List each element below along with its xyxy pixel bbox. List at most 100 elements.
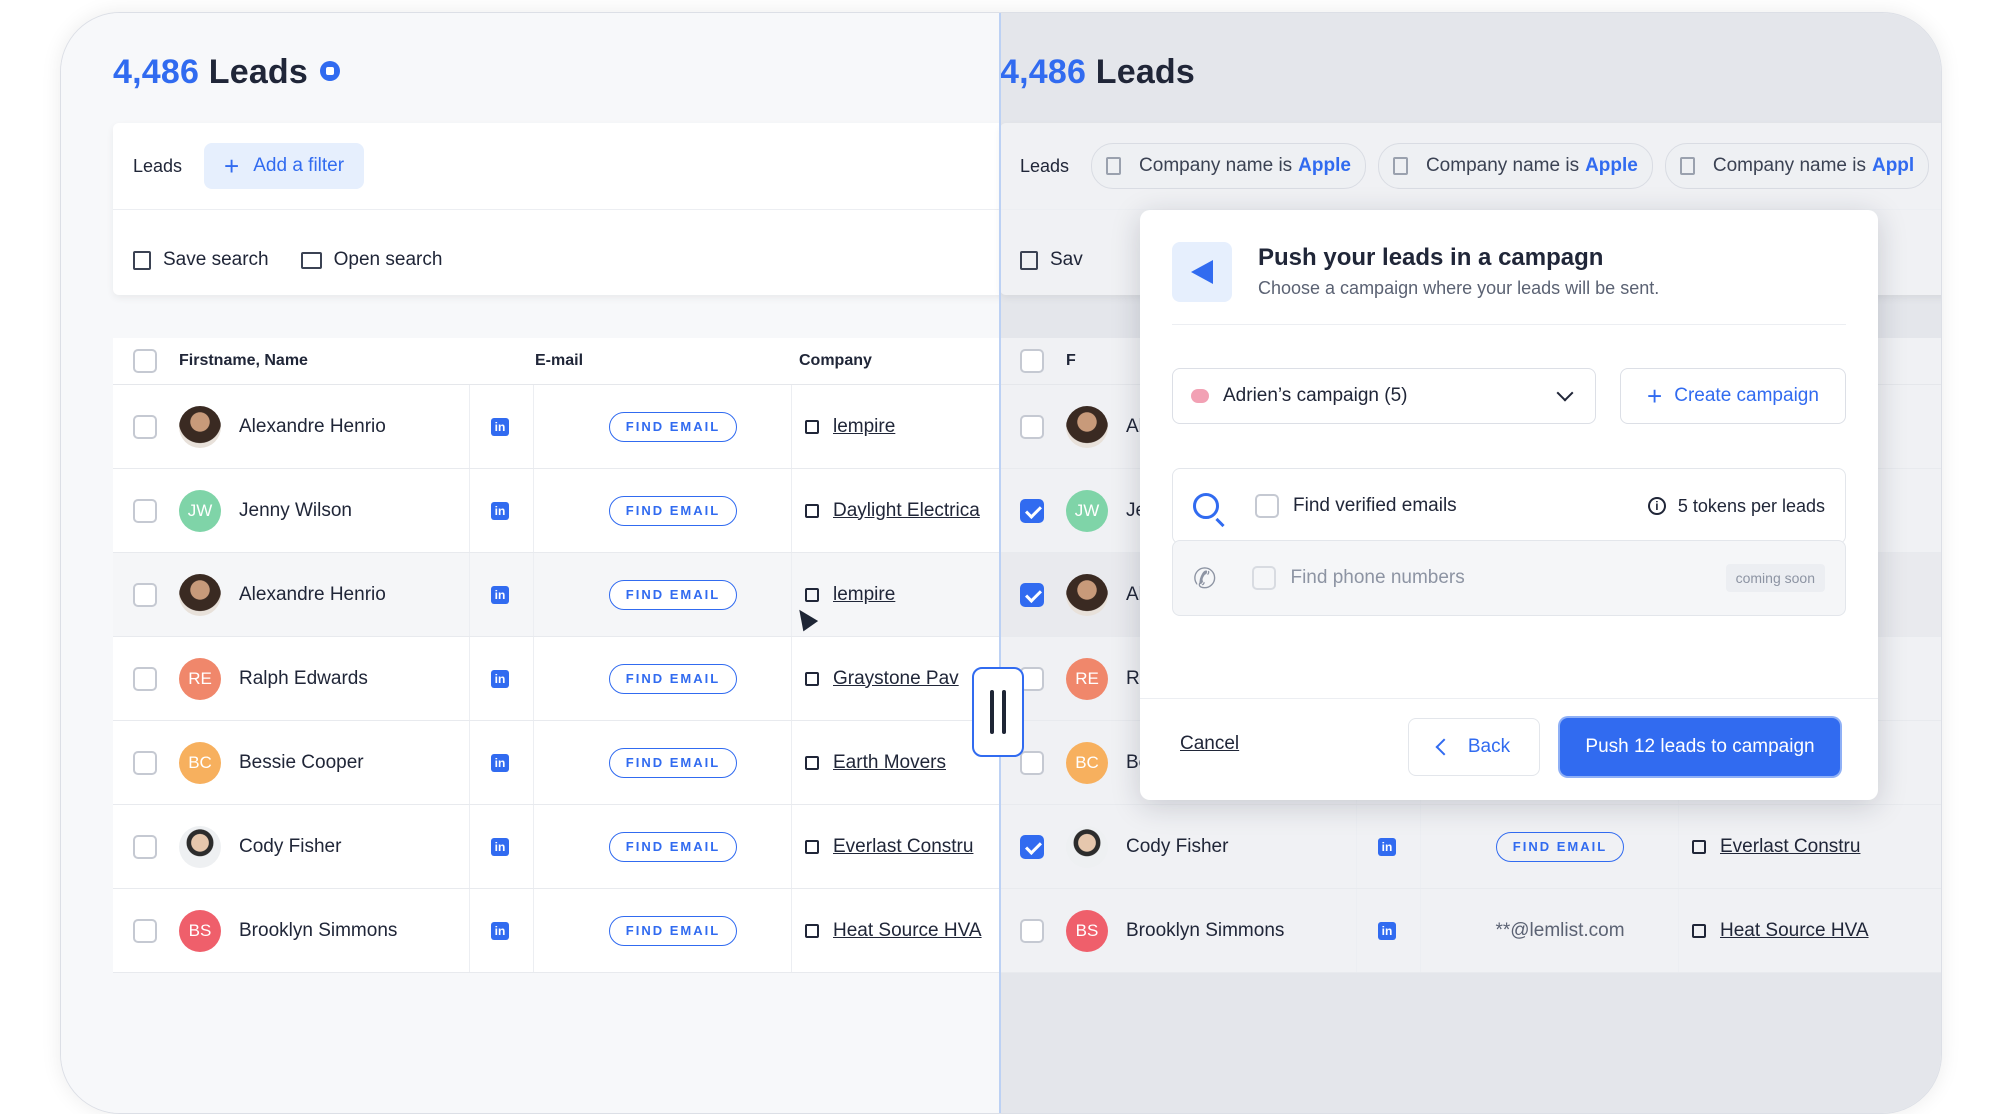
chevron-left-icon bbox=[1435, 738, 1453, 756]
create-campaign-button[interactable]: + Create campaign bbox=[1620, 368, 1846, 424]
col-name: F bbox=[1066, 352, 1076, 369]
find-email-button[interactable]: FIND EMAIL bbox=[608, 915, 738, 946]
row-checkbox[interactable] bbox=[1020, 918, 1044, 943]
linkedin-icon[interactable]: in bbox=[1378, 837, 1396, 856]
find-email-button[interactable]: FIND EMAIL bbox=[608, 663, 738, 694]
compare-slider-handle[interactable] bbox=[972, 667, 1024, 757]
company-icon bbox=[805, 503, 819, 518]
company-icon bbox=[1692, 923, 1706, 938]
linkedin-icon[interactable]: in bbox=[491, 669, 509, 688]
email-value: **@lemlist.com bbox=[1495, 919, 1625, 941]
avatar bbox=[179, 405, 221, 448]
find-email-button[interactable]: FIND EMAIL bbox=[608, 831, 738, 862]
building-icon bbox=[1106, 157, 1122, 175]
lead-name: Brooklyn Simmons bbox=[239, 919, 398, 941]
save-icon bbox=[133, 250, 151, 270]
avatar: JW bbox=[1066, 489, 1108, 532]
lead-name: Alexandre Henrio bbox=[239, 583, 386, 605]
avatar: BS bbox=[1066, 909, 1108, 952]
find-email-button[interactable]: FIND EMAIL bbox=[608, 495, 738, 526]
company-link[interactable]: Heat Source HVA bbox=[1720, 920, 1869, 942]
avatar: RE bbox=[179, 657, 221, 700]
leads-label: Leads bbox=[133, 155, 183, 176]
row-checkbox[interactable] bbox=[133, 582, 157, 607]
cancel-link[interactable]: Cancel bbox=[1180, 733, 1239, 755]
company-link[interactable]: Daylight Electrica bbox=[833, 500, 980, 522]
row-checkbox[interactable] bbox=[133, 666, 157, 691]
leads-label: Leads bbox=[1020, 155, 1070, 176]
building-icon bbox=[1392, 157, 1408, 175]
add-filter-button[interactable]: + Add a filter bbox=[204, 143, 365, 189]
row-checkbox[interactable] bbox=[1020, 582, 1044, 607]
save-icon bbox=[1020, 250, 1038, 270]
row-checkbox[interactable] bbox=[133, 414, 157, 439]
linkedin-icon[interactable]: in bbox=[491, 921, 509, 940]
company-icon bbox=[805, 755, 819, 770]
lead-name: Alexandre Henrio bbox=[239, 415, 386, 437]
find-email-button[interactable]: FIND EMAIL bbox=[1495, 831, 1625, 862]
filter-chip[interactable]: Company name is Apple bbox=[1377, 143, 1653, 189]
save-search-button[interactable]: Save search bbox=[163, 249, 269, 271]
open-search-button[interactable]: Open search bbox=[334, 249, 443, 271]
row-checkbox[interactable] bbox=[1020, 414, 1044, 439]
company-link[interactable]: Earth Movers bbox=[833, 752, 946, 774]
table-row[interactable]: BS Brooklyn Simmons in **@lemlist.com Heat S… bbox=[1000, 889, 1941, 973]
phone-numbers-checkbox bbox=[1252, 566, 1277, 590]
back-button[interactable]: Back bbox=[1408, 718, 1540, 776]
info-icon: i bbox=[1647, 497, 1666, 515]
find-email-button[interactable]: FIND EMAIL bbox=[608, 747, 738, 778]
avatar bbox=[1066, 573, 1108, 616]
avatar: BC bbox=[1066, 741, 1108, 784]
select-all-checkbox[interactable] bbox=[133, 349, 157, 373]
lead-name: Ralph Edwards bbox=[239, 667, 368, 689]
company-icon bbox=[805, 671, 819, 686]
find-email-button[interactable]: FIND EMAIL bbox=[608, 411, 738, 442]
linkedin-icon[interactable]: in bbox=[491, 837, 509, 856]
avatar: JW bbox=[179, 489, 221, 532]
find-email-button[interactable]: FIND EMAIL bbox=[608, 579, 738, 610]
filter-chip[interactable]: Company name is Apple bbox=[1091, 143, 1366, 189]
verified-emails-checkbox[interactable] bbox=[1255, 494, 1279, 518]
company-link[interactable]: Everlast Constru bbox=[833, 836, 973, 858]
row-checkbox[interactable] bbox=[133, 498, 157, 523]
linkedin-icon[interactable]: in bbox=[491, 417, 509, 436]
campaign-select[interactable]: Adrien’s campaign (5) bbox=[1172, 368, 1596, 424]
company-link[interactable]: Everlast Constru bbox=[1720, 836, 1860, 858]
company-icon bbox=[1692, 839, 1706, 854]
row-checkbox[interactable] bbox=[133, 834, 157, 859]
linkedin-icon[interactable]: in bbox=[491, 501, 509, 520]
row-checkbox[interactable] bbox=[133, 918, 157, 943]
linkedin-icon[interactable]: in bbox=[491, 753, 509, 772]
avatar: BC bbox=[179, 741, 221, 784]
row-checkbox[interactable] bbox=[1020, 750, 1044, 775]
tokens-info: i5 tokens per leads bbox=[1647, 496, 1825, 517]
select-all-checkbox[interactable] bbox=[1020, 349, 1044, 373]
save-search-button[interactable]: Sav bbox=[1050, 249, 1083, 271]
avatar bbox=[1066, 825, 1108, 868]
row-checkbox[interactable] bbox=[133, 750, 157, 775]
linkedin-icon[interactable]: in bbox=[1378, 921, 1396, 940]
row-checkbox[interactable] bbox=[1020, 834, 1044, 859]
plus-icon: + bbox=[224, 150, 240, 181]
push-leads-button[interactable]: Push 12 leads to campaign bbox=[1560, 718, 1840, 776]
option-verified-emails[interactable]: Find verified emails i5 tokens per leads bbox=[1172, 468, 1846, 544]
lead-name: Jenny Wilson bbox=[239, 499, 352, 521]
lead-name: Cody Fisher bbox=[239, 835, 342, 857]
record-icon[interactable] bbox=[320, 61, 341, 82]
avatar: BS bbox=[179, 909, 221, 952]
company-icon bbox=[805, 839, 819, 854]
company-link[interactable]: Graystone Pav bbox=[833, 668, 959, 690]
company-link[interactable]: Heat Source HVA bbox=[833, 920, 982, 942]
lead-name: Bessie Cooper bbox=[239, 751, 364, 773]
company-link[interactable]: lempire bbox=[833, 416, 895, 438]
company-link[interactable]: lempire bbox=[833, 584, 895, 606]
folder-search-icon bbox=[300, 251, 322, 269]
table-row[interactable]: Cody Fisher in FIND EMAIL Everlast Constru bbox=[1000, 805, 1941, 889]
search-icon bbox=[1193, 493, 1219, 519]
linkedin-icon[interactable]: in bbox=[491, 585, 509, 604]
option-phone-numbers: ✆ Find phone numbers coming soon bbox=[1172, 540, 1846, 616]
megaphone-icon bbox=[1172, 242, 1232, 302]
filter-chip[interactable]: Company name is Appl bbox=[1664, 143, 1930, 189]
modal-subtitle: Choose a campaign where your leads will … bbox=[1258, 278, 1660, 298]
row-checkbox[interactable] bbox=[1020, 498, 1044, 523]
